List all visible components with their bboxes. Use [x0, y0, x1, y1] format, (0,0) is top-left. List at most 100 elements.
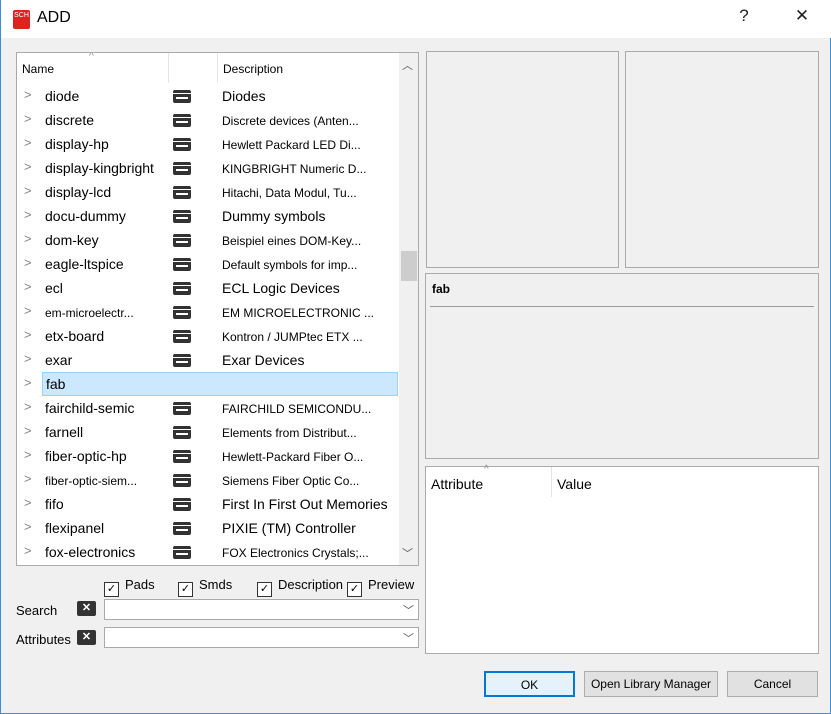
list-item[interactable]: > em-microelectr... EM MICROELECTRONIC .…	[17, 300, 399, 324]
item-name: fiber-optic-siem...	[45, 474, 138, 488]
scroll-down-icon[interactable]: ﹀	[402, 545, 413, 561]
list-item[interactable]: > ecl ECL Logic Devices	[17, 276, 399, 300]
item-description: First In First Out Memories	[222, 496, 388, 512]
list-item[interactable]: > flexipanel PIXIE (TM) Controller	[17, 516, 399, 540]
expand-chevron-icon[interactable]: >	[24, 135, 32, 150]
expand-chevron-icon[interactable]: >	[24, 495, 32, 510]
help-button[interactable]: ?	[729, 6, 759, 26]
library-icon	[173, 282, 191, 295]
expand-chevron-icon[interactable]: >	[24, 279, 32, 294]
ok-button[interactable]: OK	[484, 671, 575, 697]
chevron-down-icon[interactable]: ﹀	[403, 630, 414, 646]
library-icon	[173, 450, 191, 463]
close-button[interactable]: ✕	[787, 6, 817, 26]
expand-chevron-icon[interactable]: >	[24, 207, 32, 222]
list-item[interactable]: > eagle-ltspice Default symbols for imp.…	[17, 252, 399, 276]
item-description: ECL Logic Devices	[222, 280, 340, 296]
expand-chevron-icon[interactable]: >	[24, 543, 32, 558]
list-item[interactable]: > fairchild-semic FAIRCHILD SEMICONDU...	[17, 396, 399, 420]
list-item[interactable]: > display-hp Hewlett Packard LED Di...	[17, 132, 399, 156]
library-icon	[173, 234, 191, 247]
column-value[interactable]: Value	[557, 476, 592, 492]
library-icon	[173, 354, 191, 367]
item-name: ecl	[45, 280, 63, 296]
expand-chevron-icon[interactable]: >	[24, 327, 32, 342]
list-item[interactable]: fab	[42, 372, 398, 396]
item-name: display-hp	[45, 136, 109, 152]
list-item[interactable]: > farnell Elements from Distribut...	[17, 420, 399, 444]
list-item[interactable]: > fiber-optic-siem... Siemens Fiber Opti…	[17, 468, 399, 492]
list-item[interactable]: > exar Exar Devices	[17, 348, 399, 372]
library-list[interactable]: ^ Name Description > diode Diodes > discr…	[16, 52, 419, 566]
attributes-input[interactable]: ﹀	[104, 627, 419, 648]
list-item[interactable]: > fox-electronics FOX Electronics Crysta…	[17, 540, 399, 564]
list-item[interactable]: > diode Diodes	[17, 84, 399, 108]
library-icon	[173, 138, 191, 151]
list-item[interactable]: > fiber-optic-hp Hewlett-Packard Fiber O…	[17, 444, 399, 468]
list-item[interactable]: > discrete Discrete devices (Anten...	[17, 108, 399, 132]
expand-chevron-icon[interactable]: >	[24, 159, 32, 174]
list-item[interactable]: > docu-dummy Dummy symbols	[17, 204, 399, 228]
search-input[interactable]: ﹀	[104, 599, 419, 620]
sort-ascending-icon: ^	[89, 52, 94, 62]
expand-chevron-icon[interactable]: >	[24, 231, 32, 246]
column-description[interactable]: Description	[223, 62, 283, 76]
expand-chevron-icon[interactable]: >	[24, 519, 32, 534]
chevron-down-icon[interactable]: ﹀	[403, 602, 414, 618]
list-item[interactable]: > display-lcd Hitachi, Data Modul, Tu...	[17, 180, 399, 204]
item-name: diode	[45, 88, 80, 104]
item-description: Kontron / JUMPtec ETX ...	[222, 330, 363, 344]
item-name: etx-board	[45, 328, 105, 344]
preview-checkbox[interactable]: ✓ Preview	[347, 577, 414, 597]
symbol-preview	[426, 51, 619, 268]
library-icon	[173, 90, 191, 103]
item-name: exar	[45, 352, 73, 368]
smds-checkbox[interactable]: ✓ Smds	[178, 577, 232, 597]
item-description: Beispiel eines DOM-Key...	[222, 234, 362, 248]
item-name: docu-dummy	[45, 208, 126, 224]
expand-chevron-icon[interactable]: >	[24, 471, 32, 486]
column-attribute[interactable]: Attribute	[431, 476, 483, 492]
item-name: eagle-ltspice	[45, 256, 124, 272]
list-item[interactable]: > fifo First In First Out Memories	[17, 492, 399, 516]
column-name[interactable]: Name	[22, 62, 54, 76]
expand-chevron-icon[interactable]: >	[24, 255, 32, 270]
expand-chevron-icon[interactable]: >	[24, 423, 32, 438]
item-description: Hewlett-Packard Fiber O...	[222, 450, 364, 464]
list-item[interactable]: > display-kingbright KINGBRIGHT Numeric …	[17, 156, 399, 180]
list-item[interactable]: > dom-key Beispiel eines DOM-Key...	[17, 228, 399, 252]
item-description: Discrete devices (Anten...	[222, 114, 359, 128]
expand-chevron-icon[interactable]: >	[24, 447, 32, 462]
expand-chevron-icon[interactable]: >	[24, 111, 32, 126]
expand-chevron-icon[interactable]: >	[24, 375, 32, 390]
open-library-manager-button[interactable]: Open Library Manager	[584, 671, 718, 697]
library-icon	[173, 210, 191, 223]
cancel-button[interactable]: Cancel	[727, 671, 818, 697]
app-icon: SCH	[13, 10, 30, 29]
clear-attributes-icon[interactable]: ✕	[77, 630, 96, 645]
library-icon	[173, 162, 191, 175]
item-name: farnell	[45, 424, 84, 440]
search-label: Search	[16, 603, 58, 618]
item-description: Dummy symbols	[222, 208, 326, 224]
vertical-scrollbar[interactable]: ︿ ﹀	[399, 53, 418, 565]
expand-chevron-icon[interactable]: >	[24, 87, 32, 102]
item-name: display-kingbright	[45, 160, 154, 176]
pads-checkbox[interactable]: ✓ Pads	[104, 577, 155, 597]
expand-chevron-icon[interactable]: >	[24, 183, 32, 198]
list-item[interactable]: > etx-board Kontron / JUMPtec ETX ...	[17, 324, 399, 348]
scroll-thumb[interactable]	[401, 251, 417, 281]
expand-chevron-icon[interactable]: >	[24, 351, 32, 366]
item-description: Exar Devices	[222, 352, 305, 368]
description-checkbox[interactable]: ✓ Description	[257, 577, 343, 597]
library-icon	[173, 402, 191, 415]
item-description: PIXIE (TM) Controller	[222, 520, 356, 536]
scroll-up-icon[interactable]: ︿	[402, 57, 413, 73]
clear-search-icon[interactable]: ✕	[77, 601, 96, 616]
expand-chevron-icon[interactable]: >	[24, 399, 32, 414]
item-description: KINGBRIGHT Numeric D...	[222, 162, 367, 176]
item-description: FOX Electronics Crystals;...	[222, 546, 369, 560]
expand-chevron-icon[interactable]: >	[24, 303, 32, 318]
window-title: ADD	[37, 9, 71, 26]
library-icon	[173, 306, 191, 319]
